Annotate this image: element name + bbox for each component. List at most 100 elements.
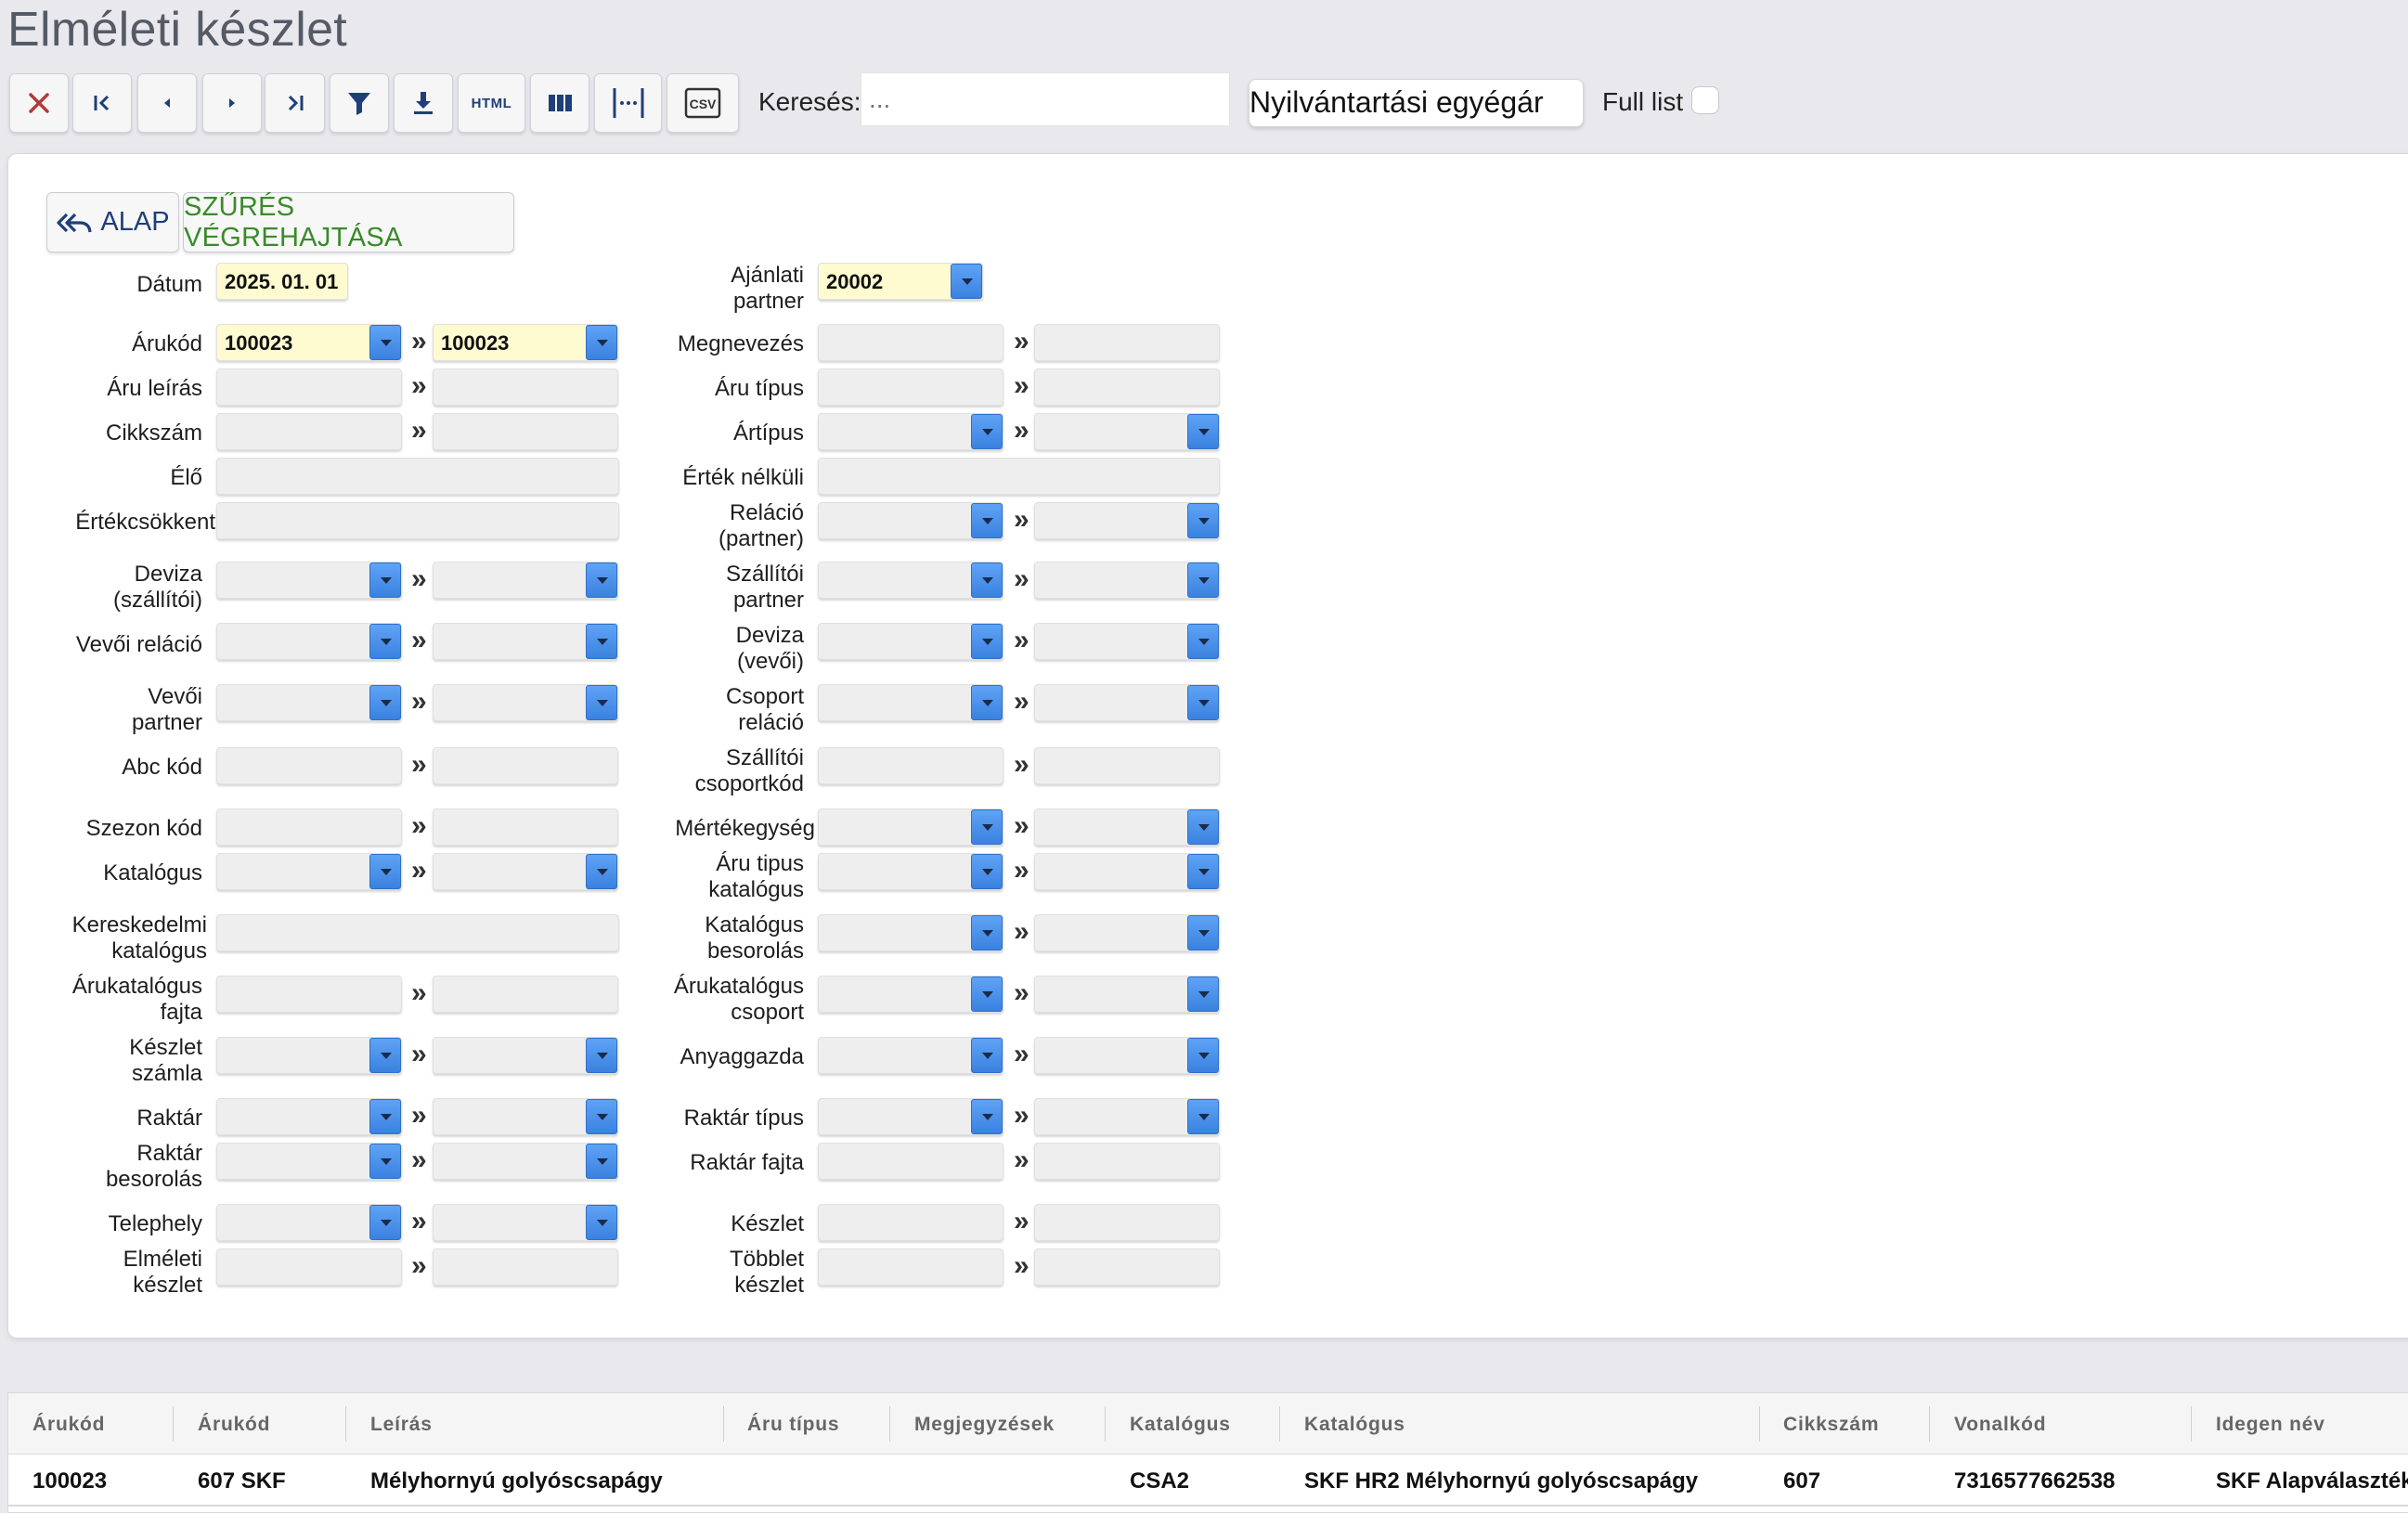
- price-type-select[interactable]: Nyilvántartási egyégár: [1249, 79, 1584, 127]
- download-button[interactable]: [394, 73, 453, 133]
- column-width-button[interactable]: [594, 73, 662, 133]
- aru-tipus-katalogus-from-select[interactable]: [818, 853, 1003, 890]
- chevron-down-icon[interactable]: [1187, 809, 1219, 845]
- deviza-vevoi-to-select[interactable]: [1034, 623, 1220, 660]
- search-input[interactable]: [861, 72, 1230, 126]
- katalogus-from-select[interactable]: [216, 853, 402, 890]
- first-button[interactable]: [72, 73, 132, 133]
- chevron-down-icon[interactable]: [369, 1205, 401, 1240]
- chevron-down-icon[interactable]: [586, 854, 617, 889]
- chevron-down-icon[interactable]: [1187, 976, 1219, 1012]
- html-export-button[interactable]: HTML: [458, 73, 525, 133]
- relacio-partner-from-select[interactable]: [818, 502, 1003, 539]
- telephely-from-select[interactable]: [216, 1204, 402, 1241]
- chevron-down-icon[interactable]: [586, 1144, 617, 1179]
- katalogus-besorolas-to-select[interactable]: [1034, 914, 1220, 951]
- next-button[interactable]: [202, 73, 262, 133]
- column-header-vonalkod[interactable]: Vonalkód: [1954, 1414, 2046, 1436]
- chevron-down-icon[interactable]: [971, 1038, 1003, 1073]
- chevron-down-icon[interactable]: [369, 1144, 401, 1179]
- raktar-fajta-to-input[interactable]: [1034, 1143, 1220, 1180]
- column-resizer[interactable]: [1105, 1406, 1106, 1442]
- chevron-down-icon[interactable]: [369, 563, 401, 598]
- chevron-down-icon[interactable]: [586, 624, 617, 659]
- anyaggazda-from-select[interactable]: [818, 1037, 1003, 1074]
- chevron-down-icon[interactable]: [369, 1038, 401, 1073]
- chevron-down-icon[interactable]: [1187, 685, 1219, 720]
- columns-button[interactable]: [530, 73, 589, 133]
- prev-button[interactable]: [137, 73, 197, 133]
- column-resizer[interactable]: [1759, 1406, 1760, 1442]
- chevron-down-icon[interactable]: [971, 976, 1003, 1012]
- szallitoi-partner-from-select[interactable]: [818, 562, 1003, 599]
- last-button[interactable]: [265, 73, 325, 133]
- raktar-fajta-from-input[interactable]: [818, 1143, 1003, 1180]
- chevron-down-icon[interactable]: [1187, 624, 1219, 659]
- arukatalogus-csoport-to-select[interactable]: [1034, 976, 1220, 1013]
- filter-button[interactable]: [330, 73, 389, 133]
- chevron-down-icon[interactable]: [1187, 414, 1219, 449]
- aru-leiras-from-input[interactable]: [216, 369, 402, 406]
- chevron-down-icon[interactable]: [971, 854, 1003, 889]
- chevron-down-icon[interactable]: [1187, 915, 1219, 950]
- mertekegyseg-to-select[interactable]: [1034, 808, 1220, 846]
- deviza-szallitoi-from-select[interactable]: [216, 562, 402, 599]
- chevron-down-icon[interactable]: [369, 685, 401, 720]
- vevoi-partner-to-select[interactable]: [433, 684, 618, 721]
- telephely-to-select[interactable]: [433, 1204, 618, 1241]
- szezon-kod-to-input[interactable]: [433, 808, 618, 846]
- chevron-down-icon[interactable]: [586, 1099, 617, 1134]
- raktar-tipus-from-select[interactable]: [818, 1098, 1003, 1135]
- chevron-down-icon[interactable]: [971, 915, 1003, 950]
- chevron-down-icon[interactable]: [586, 325, 617, 360]
- szallitoi-csoportkod-from-input[interactable]: [818, 747, 1003, 784]
- column-header-katalogus[interactable]: Katalógus: [1130, 1414, 1231, 1436]
- cikkszam-from-input[interactable]: [216, 413, 402, 450]
- chevron-down-icon[interactable]: [971, 414, 1003, 449]
- column-header-aru-tipus[interactable]: Áru típus: [747, 1414, 839, 1436]
- relacio-partner-to-select[interactable]: [1034, 502, 1220, 539]
- keszlet-szamla-to-select[interactable]: [433, 1037, 618, 1074]
- raktar-from-select[interactable]: [216, 1098, 402, 1135]
- chevron-down-icon[interactable]: [1187, 1038, 1219, 1073]
- chevron-down-icon[interactable]: [1187, 1099, 1219, 1134]
- raktar-besorolas-from-select[interactable]: [216, 1143, 402, 1180]
- chevron-down-icon[interactable]: [971, 563, 1003, 598]
- full-list-checkbox[interactable]: [1691, 86, 1719, 114]
- elo-input[interactable]: [216, 458, 619, 495]
- vevoi-partner-from-select[interactable]: [216, 684, 402, 721]
- chevron-down-icon[interactable]: [586, 563, 617, 598]
- mertekegyseg-from-select[interactable]: [818, 808, 1003, 846]
- ajanlati-partner-select[interactable]: 20002: [818, 263, 983, 300]
- artipus-from-select[interactable]: [818, 413, 1003, 450]
- katalogus-to-select[interactable]: [433, 853, 618, 890]
- keszlet-szamla-from-select[interactable]: [216, 1037, 402, 1074]
- abc-kod-to-input[interactable]: [433, 747, 618, 784]
- szallitoi-partner-to-select[interactable]: [1034, 562, 1220, 599]
- cikkszam-to-input[interactable]: [433, 413, 618, 450]
- arukatalogus-csoport-from-select[interactable]: [818, 976, 1003, 1013]
- column-resizer[interactable]: [723, 1406, 724, 1442]
- chevron-down-icon[interactable]: [971, 503, 1003, 538]
- chevron-down-icon[interactable]: [971, 1099, 1003, 1134]
- chevron-down-icon[interactable]: [1187, 503, 1219, 538]
- alap-button[interactable]: ALAP: [46, 192, 179, 252]
- column-header-idegen-nev[interactable]: Idegen név: [2216, 1414, 2325, 1436]
- deviza-szallitoi-to-select[interactable]: [433, 562, 618, 599]
- chevron-down-icon[interactable]: [369, 325, 401, 360]
- column-header-cikkszam[interactable]: Cikkszám: [1783, 1414, 1879, 1436]
- column-resizer[interactable]: [1279, 1406, 1280, 1442]
- szallitoi-csoportkod-to-input[interactable]: [1034, 747, 1220, 784]
- arukatalogus-fajta-from-input[interactable]: [216, 976, 402, 1013]
- execute-filter-button[interactable]: SZŰRÉS VÉGREHAJTÁSA: [183, 192, 514, 252]
- chevron-down-icon[interactable]: [971, 685, 1003, 720]
- chevron-down-icon[interactable]: [971, 809, 1003, 845]
- ertekcsokkent-input[interactable]: [216, 502, 619, 539]
- szezon-kod-from-input[interactable]: [216, 808, 402, 846]
- chevron-down-icon[interactable]: [1187, 854, 1219, 889]
- elmeleti-keszlet-to-input[interactable]: [433, 1248, 618, 1286]
- elmeleti-keszlet-from-input[interactable]: [216, 1248, 402, 1286]
- arukod-from-select[interactable]: 100023: [216, 324, 402, 361]
- aru-tipus-to-input[interactable]: [1034, 369, 1220, 406]
- arukatalogus-fajta-to-input[interactable]: [433, 976, 618, 1013]
